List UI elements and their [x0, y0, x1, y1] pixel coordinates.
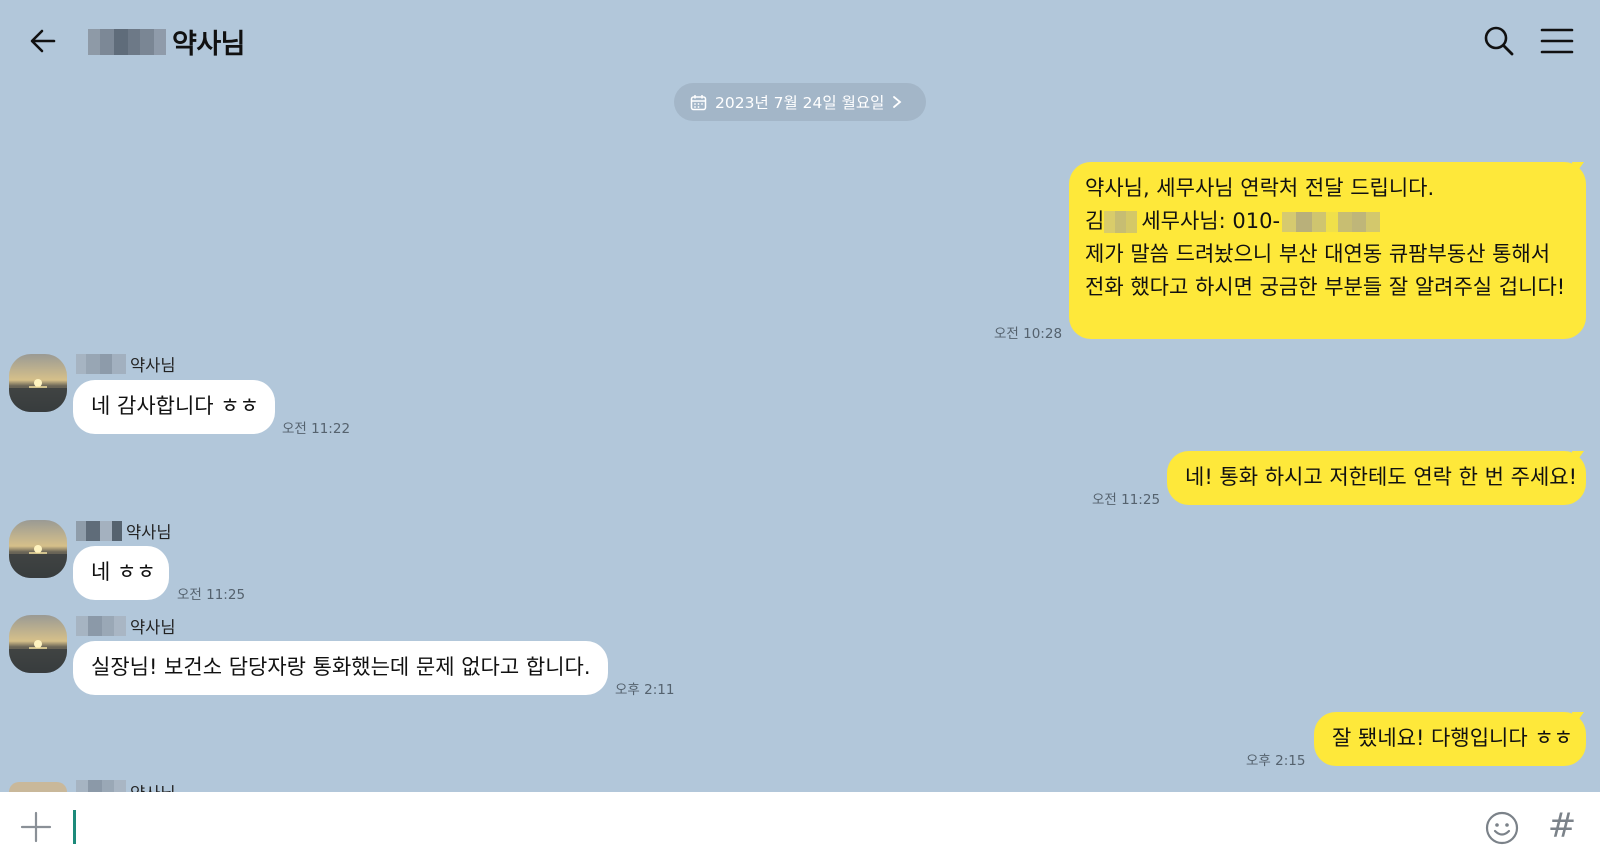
incoming-message[interactable]: 실장님! 보건소 담당자랑 통화했는데 문제 없다고 합니다. — [73, 641, 608, 695]
message-line: 김 세무사님: 010- — [1085, 205, 1568, 238]
message-time: 오전 11:25 — [1092, 492, 1161, 508]
chat-title: 약사님 — [172, 29, 246, 60]
outgoing-message[interactable]: 약사님, 세무사님 연락처 전달 드립니다. 김 세무사님: 010- 제가 말… — [1069, 162, 1586, 339]
message-time: 오전 10:28 — [994, 326, 1063, 342]
sender-label: 약사님 — [126, 523, 172, 542]
incoming-message[interactable]: 네 감사합니다 ㅎㅎ — [73, 380, 275, 434]
plus-icon — [20, 811, 52, 843]
date-chip-label: 2023년 7월 24일 월요일 — [715, 94, 885, 112]
text-caret — [73, 810, 76, 844]
message-text: 네 ㅎㅎ — [91, 560, 156, 584]
message-text-fragment: 세무사님: 010- — [1141, 209, 1281, 233]
emoji-icon — [1485, 811, 1519, 845]
message-time: 오후 2:15 — [1246, 753, 1306, 769]
hashtag-search-button[interactable]: # — [1545, 806, 1579, 846]
blurred-name — [88, 28, 166, 55]
emoji-button[interactable] — [1484, 810, 1520, 846]
message-input[interactable] — [70, 806, 1450, 850]
avatar[interactable] — [9, 520, 67, 578]
chat-header: 약사님 — [0, 0, 1600, 82]
bubble-tail — [1572, 162, 1584, 176]
message-time: 오전 11:22 — [282, 421, 351, 437]
menu-button[interactable] — [1540, 26, 1574, 56]
outgoing-message[interactable]: 잘 됐네요! 다행입니다 ㅎㅎ — [1314, 712, 1586, 766]
calendar-icon — [690, 94, 707, 110]
outgoing-message[interactable]: 네! 통화 하시고 저한테도 연락 한 번 주세요! — [1167, 451, 1586, 505]
search-button[interactable] — [1482, 24, 1516, 58]
back-button[interactable] — [26, 24, 60, 58]
arrow-left-icon — [30, 29, 56, 53]
sender-name: 약사님 — [76, 353, 176, 375]
search-icon — [1484, 26, 1514, 56]
bubble-tail — [1572, 712, 1584, 726]
sender-label: 약사님 — [130, 356, 176, 375]
avatar[interactable] — [9, 354, 67, 412]
message-text-fragment: 김 — [1085, 209, 1105, 233]
avatar[interactable] — [9, 782, 67, 792]
message-text: 네! 통화 하시고 저한테도 연락 한 번 주세요! — [1185, 465, 1578, 489]
message-input-bar: # — [0, 792, 1600, 864]
blurred-phone — [1282, 211, 1381, 232]
blurred-name — [76, 354, 126, 374]
message-text: 잘 됐네요! 다행입니다 ㅎㅎ — [1332, 726, 1573, 750]
chat-screen: 약사님 2023년 7월 24일 월요일 약사님, 세무사님 연락처 전달 드립… — [0, 0, 1600, 864]
sender-name: 약사님 — [76, 520, 172, 542]
blurred-name — [76, 616, 126, 636]
blurred-name — [76, 521, 122, 541]
blurred-name — [1104, 210, 1138, 233]
attach-button[interactable] — [18, 809, 54, 845]
sender-label: 약사님 — [130, 618, 176, 637]
chevron-right-icon — [893, 96, 902, 108]
message-line: 전화 했다고 하시면 궁금한 부분들 잘 알려주실 겁니다! — [1085, 275, 1566, 299]
message-time: 오후 2:11 — [615, 682, 675, 698]
avatar[interactable] — [9, 615, 67, 673]
message-time: 오전 11:25 — [177, 587, 246, 603]
blurred-name — [76, 780, 126, 792]
hamburger-menu-icon — [1540, 28, 1574, 54]
incoming-message[interactable]: 네 ㅎㅎ — [73, 546, 169, 600]
sender-name: 약사님 — [76, 780, 176, 792]
bubble-tail — [1572, 451, 1584, 465]
message-line: 약사님, 세무사님 연락처 전달 드립니다. — [1085, 176, 1435, 200]
message-line: 제가 말씀 드려놨으니 부산 대연동 큐팜부동산 통해서 — [1085, 242, 1551, 266]
message-text: 네 감사합니다 ㅎㅎ — [91, 394, 259, 418]
sender-name: 약사님 — [76, 615, 176, 637]
sender-label: 약사님 — [130, 780, 176, 792]
chat-title-group: 약사님 — [88, 22, 246, 61]
date-chip[interactable]: 2023년 7월 24일 월요일 — [674, 83, 926, 121]
message-text: 실장님! 보건소 담당자랑 통화했는데 문제 없다고 합니다. — [91, 655, 591, 679]
